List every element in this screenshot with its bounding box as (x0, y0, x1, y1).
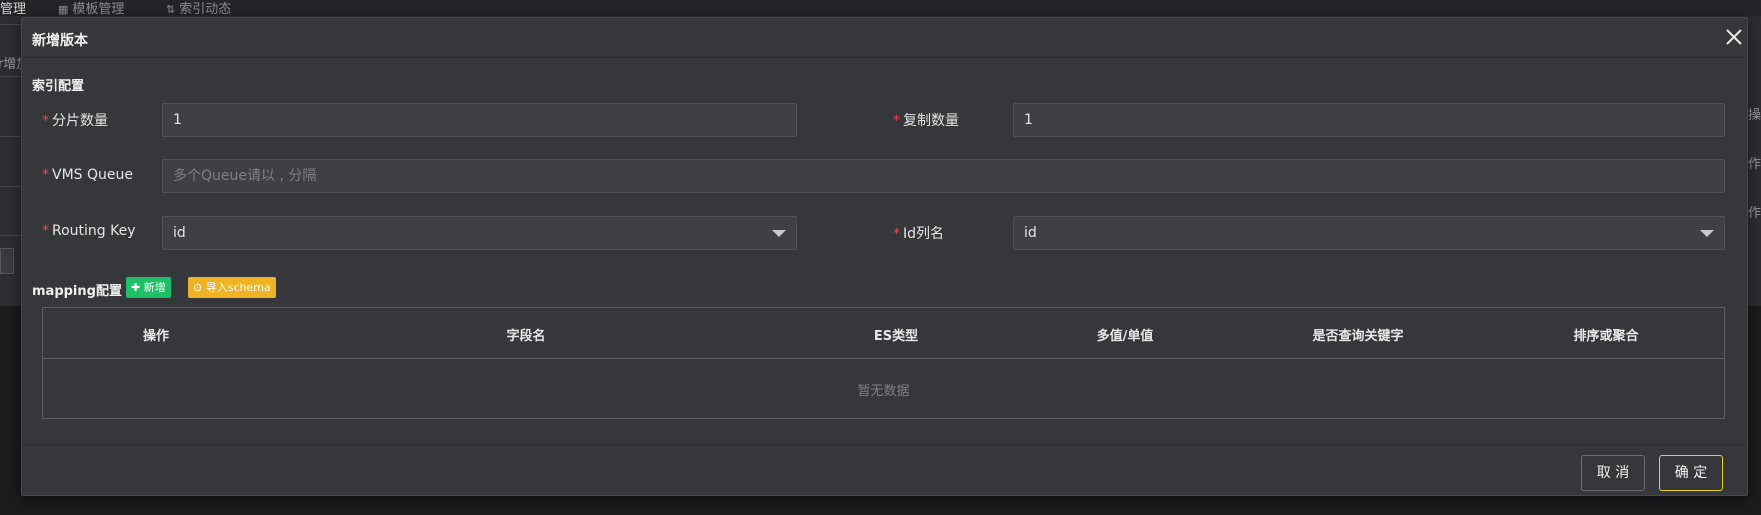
shards-label-text: 分片数量 (52, 113, 108, 129)
grid-icon: ▦ (58, 3, 69, 16)
replicas-label-text: 复制数量 (903, 113, 959, 129)
shards-label: * 分片数量 (42, 110, 108, 130)
add-field-button[interactable]: ✚ 新增 (126, 277, 171, 298)
footer-divider (22, 444, 1747, 445)
caret-down-icon (772, 230, 786, 237)
plus-icon: ✚ (131, 281, 141, 294)
vms-queue-label-text: VMS Queue (52, 167, 133, 183)
mapping-config-title: mapping配置 (32, 284, 122, 299)
bg-pager-cell (0, 248, 14, 274)
col-header-multi-single: 多值/单值 (1096, 329, 1154, 344)
nav-tab-manage[interactable]: 管理 (0, 0, 26, 16)
id-column-label-text: Id列名 (903, 226, 945, 242)
id-column-value: id (1024, 225, 1037, 241)
routing-key-label-text: Routing Key (52, 223, 136, 239)
bg-divider (0, 235, 21, 236)
new-version-dialog: 新增版本 索引配置 * 分片数量 1 * 复制数量 1 * VMS Queue 多个Q… (21, 17, 1748, 496)
background-nav: 管理 ▦ 模板管理 ⇅ 索引动态 (0, 0, 1761, 16)
nav-tab-template-label: 模板管理 (72, 2, 125, 16)
import-schema-label: 导入schema (205, 281, 271, 294)
replicas-input[interactable]: 1 (1013, 103, 1725, 137)
required-mark: * (893, 226, 900, 242)
nav-tab-template[interactable]: ▦ 模板管理 (58, 0, 124, 16)
col-header-field-name: 字段名 (506, 329, 546, 344)
import-schema-button[interactable]: ⊙ 导入schema (188, 277, 276, 298)
col-header-es-type: ES类型 (873, 329, 919, 344)
bg-divider (0, 24, 21, 25)
nav-tab-index-activity[interactable]: ⇅ 索引动态 (166, 0, 231, 16)
required-mark: * (893, 113, 900, 129)
required-mark: * (42, 113, 49, 129)
bg-col-fragment: 操 (1748, 108, 1761, 123)
cancel-button[interactable]: 取 消 (1581, 455, 1645, 491)
bg-col-fragment: 作 (1748, 206, 1761, 221)
id-column-select[interactable]: id (1013, 216, 1725, 250)
required-mark: * (42, 167, 49, 183)
mapping-table: 操作 字段名 ES类型 多值/单值 是否查询关键字 排序或聚合 暂无数据 (42, 307, 1725, 419)
close-icon (1726, 29, 1742, 45)
close-button[interactable] (1723, 26, 1745, 48)
routing-key-select[interactable]: id (162, 216, 797, 250)
bg-col-fragment: 作 (1748, 157, 1761, 172)
import-icon: ⊙ (193, 281, 203, 294)
empty-text: 暂无数据 (857, 384, 910, 399)
col-header-action: 操作 (142, 329, 170, 344)
routing-key-label: * Routing Key (42, 223, 136, 239)
vms-queue-input[interactable]: 多个Queue请以 , 分隔 (162, 159, 1725, 193)
index-config-title: 索引配置 (32, 79, 85, 94)
dialog-header: 新增版本 (22, 18, 1747, 58)
add-field-label: 新增 (143, 281, 166, 294)
vms-queue-label: * VMS Queue (42, 167, 133, 183)
table-header: 操作 字段名 ES类型 多值/单值 是否查询关键字 排序或聚合 (43, 308, 1724, 359)
bg-divider (0, 136, 21, 137)
nav-tab-index-activity-label: 索引动态 (179, 2, 232, 16)
dialog-title: 新增版本 (32, 33, 88, 49)
sort-icon: ⇅ (166, 3, 176, 16)
shards-input[interactable]: 1 (162, 103, 797, 137)
col-header-sort-agg: 排序或聚合 (1573, 329, 1639, 344)
confirm-button[interactable]: 确 定 (1659, 455, 1723, 491)
bg-divider (0, 186, 21, 187)
caret-down-icon (1700, 230, 1714, 237)
col-header-query-keyword: 是否查询关键字 (1312, 329, 1404, 344)
routing-key-value: id (173, 225, 186, 241)
bg-divider (0, 76, 21, 77)
replicas-label: * 复制数量 (893, 110, 959, 130)
required-mark: * (42, 223, 49, 239)
id-column-label: * Id列名 (893, 223, 944, 243)
